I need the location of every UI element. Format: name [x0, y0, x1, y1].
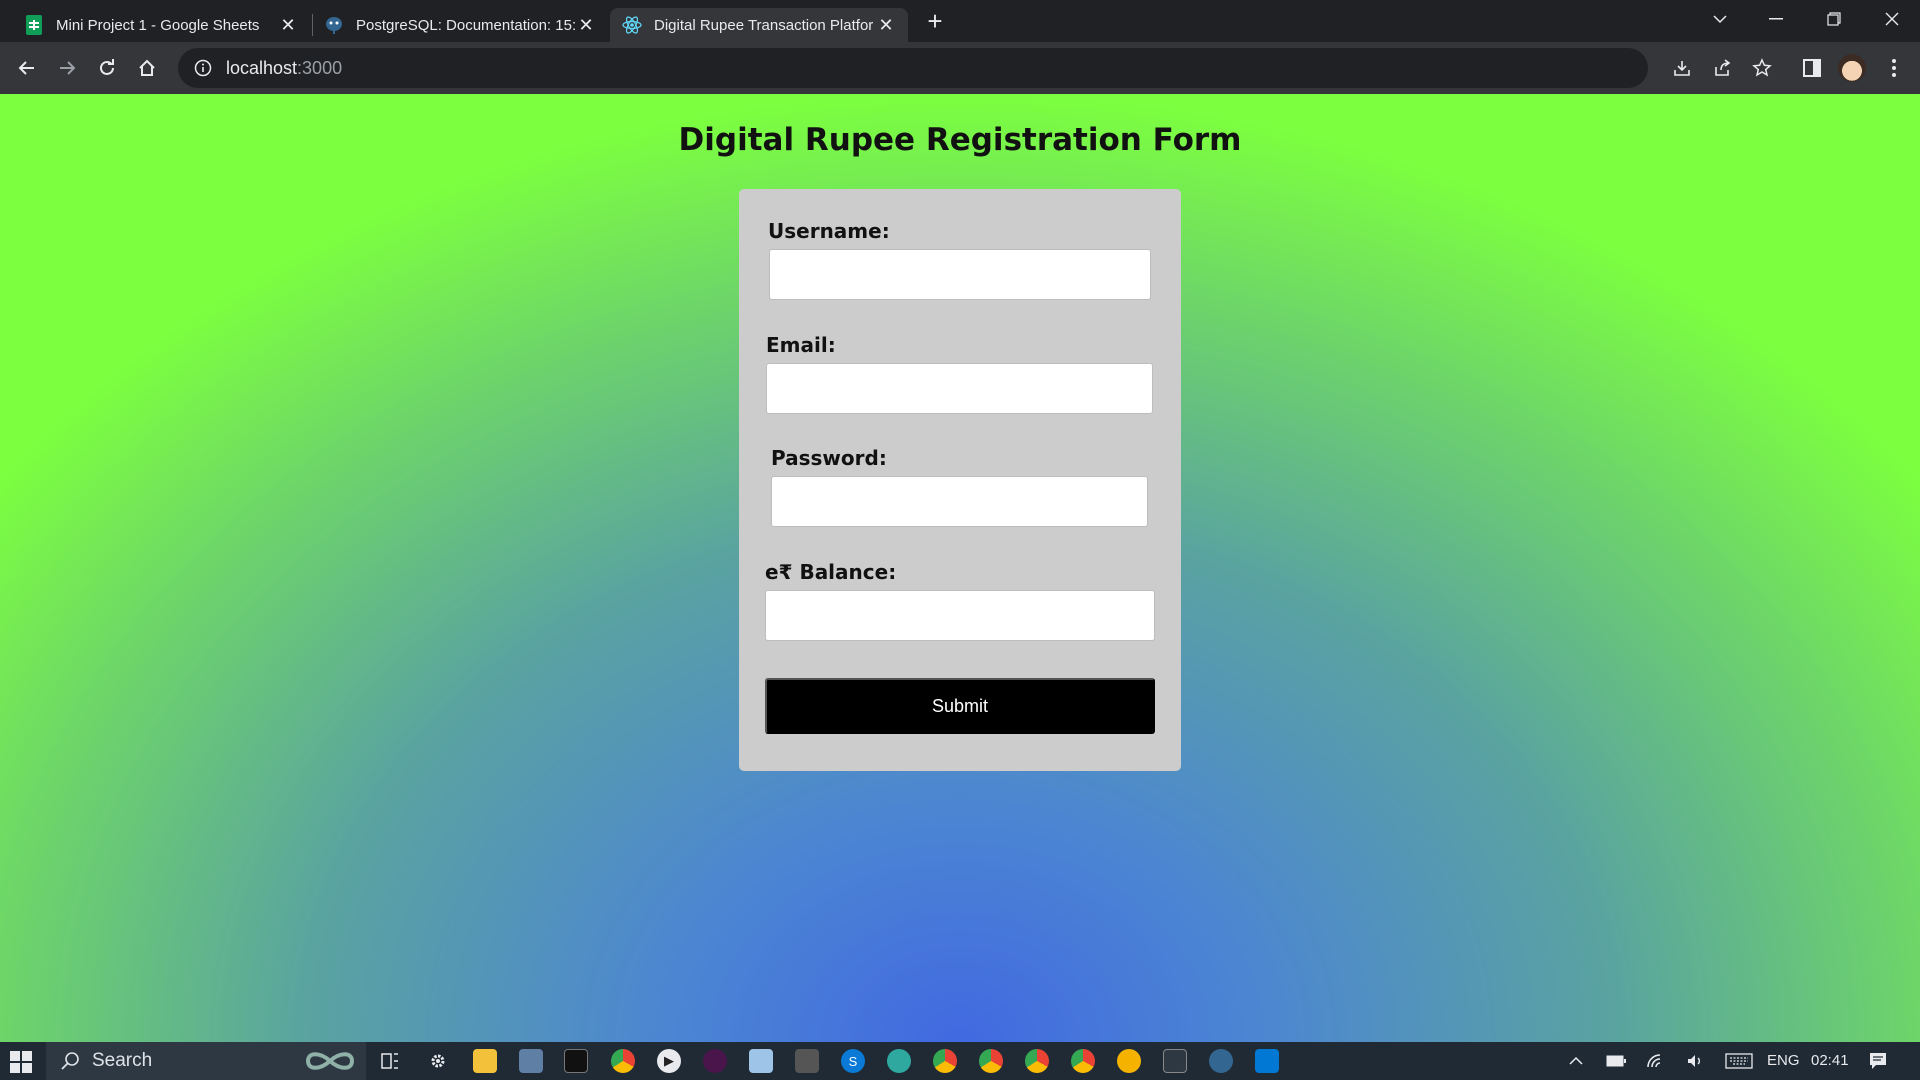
- keyboard-icon[interactable]: [1724, 1049, 1754, 1073]
- side-panel-button[interactable]: [1796, 52, 1828, 84]
- email-input[interactable]: [766, 363, 1153, 414]
- address-bar[interactable]: localhost:3000: [178, 48, 1648, 88]
- pgadmin-icon[interactable]: [1209, 1049, 1233, 1073]
- username-label: Username:: [768, 219, 890, 243]
- close-icon[interactable]: ✕: [576, 15, 596, 35]
- notifications-icon[interactable]: [1866, 1049, 1890, 1073]
- task-view-icon[interactable]: [378, 1049, 402, 1073]
- menu-button[interactable]: [1878, 52, 1910, 84]
- more-vert-icon: [1892, 59, 1896, 77]
- media-player-icon[interactable]: ▶: [657, 1049, 681, 1073]
- home-icon: [139, 59, 155, 76]
- tab-title: Mini Project 1 - Google Sheets: [56, 16, 260, 34]
- close-icon[interactable]: ✕: [876, 15, 896, 35]
- page-title: Digital Rupee Registration Form: [678, 122, 1242, 158]
- google-sheets-icon: [24, 15, 44, 35]
- weather-icon[interactable]: [1117, 1049, 1141, 1073]
- tab-google-sheets[interactable]: Mini Project 1 - Google Sheets ✕: [12, 8, 310, 42]
- share-button[interactable]: [1706, 52, 1738, 84]
- language-indicator[interactable]: ENG: [1767, 1052, 1800, 1069]
- edge-icon[interactable]: [887, 1049, 911, 1073]
- search-placeholder: Search: [92, 1050, 153, 1071]
- react-icon: [622, 15, 642, 35]
- forward-button[interactable]: [51, 52, 83, 84]
- chrome-profile-icon[interactable]: [1025, 1049, 1049, 1073]
- battery-icon[interactable]: [1604, 1049, 1628, 1073]
- search-icon: [61, 1052, 79, 1070]
- bookmark-button[interactable]: [1746, 52, 1778, 84]
- tray-chevron-up-icon[interactable]: [1564, 1049, 1588, 1073]
- tab-title: PostgreSQL: Documentation: 15:: [356, 16, 576, 34]
- calculator-icon[interactable]: [519, 1049, 543, 1073]
- windows-start-icon[interactable]: [10, 1051, 32, 1073]
- minimize-button[interactable]: [1748, 0, 1804, 38]
- wifi-icon[interactable]: [1644, 1049, 1668, 1073]
- arrow-left-icon: [18, 61, 34, 75]
- tab-digital-rupee[interactable]: Digital Rupee Transaction Platfor ✕: [610, 8, 908, 42]
- back-button[interactable]: [11, 52, 43, 84]
- terminal-icon[interactable]: [564, 1049, 588, 1073]
- browser-tab-strip: Mini Project 1 - Google Sheets ✕ Postgre…: [0, 0, 1920, 42]
- reload-icon: [100, 59, 114, 75]
- tab-search-chevron-icon[interactable]: [1692, 0, 1748, 38]
- copilot-icon[interactable]: [302, 1049, 358, 1073]
- submit-button[interactable]: Submit: [765, 678, 1155, 734]
- url-text: localhost:3000: [226, 57, 343, 78]
- registration-form: Username: Email: Password: e₹ Balance: S…: [739, 189, 1181, 771]
- chrome-profile-icon[interactable]: [1071, 1049, 1095, 1073]
- username-input[interactable]: [769, 249, 1151, 300]
- chrome-profile-icon[interactable]: [933, 1049, 957, 1073]
- profile-avatar[interactable]: [1838, 54, 1866, 82]
- vscode-icon[interactable]: [1255, 1049, 1279, 1073]
- close-icon[interactable]: ✕: [278, 15, 298, 35]
- slack-icon[interactable]: [703, 1049, 727, 1073]
- tab-postgresql-docs[interactable]: PostgreSQL: Documentation: 15: ✕: [312, 8, 608, 42]
- install-icon: [1674, 61, 1690, 76]
- password-label: Password:: [771, 446, 887, 470]
- password-input[interactable]: [771, 476, 1148, 527]
- volume-icon[interactable]: [1684, 1049, 1708, 1073]
- windows-taskbar: Search ▶ S ENG 02:41: [0, 1042, 1920, 1080]
- home-button[interactable]: [131, 52, 163, 84]
- page-viewport: Digital Rupee Registration Form Username…: [0, 94, 1920, 1042]
- star-icon: [1752, 58, 1772, 77]
- settings-gear-icon[interactable]: [426, 1049, 450, 1073]
- console-icon[interactable]: [1163, 1049, 1187, 1073]
- balance-label: e₹ Balance:: [765, 560, 897, 584]
- info-icon: [194, 59, 212, 77]
- skype-icon[interactable]: S: [841, 1049, 865, 1073]
- chrome-icon[interactable]: [611, 1049, 635, 1073]
- balance-input[interactable]: [765, 590, 1155, 641]
- install-app-button[interactable]: [1666, 52, 1698, 84]
- clock[interactable]: 02:41: [1811, 1052, 1849, 1069]
- window-app-icon[interactable]: [795, 1049, 819, 1073]
- side-panel-icon: [1803, 59, 1821, 77]
- notepad-icon[interactable]: [749, 1049, 773, 1073]
- chrome-profile-icon[interactable]: [979, 1049, 1003, 1073]
- new-tab-button[interactable]: +: [920, 6, 950, 36]
- close-window-button[interactable]: [1864, 0, 1920, 38]
- browser-toolbar: localhost:3000: [0, 42, 1920, 94]
- reload-button[interactable]: [91, 52, 123, 84]
- file-explorer-icon[interactable]: [473, 1049, 497, 1073]
- restore-button[interactable]: [1806, 0, 1862, 38]
- share-icon: [1715, 59, 1731, 76]
- tab-title: Digital Rupee Transaction Platfor: [654, 16, 874, 34]
- postgresql-icon: [324, 15, 344, 35]
- arrow-right-icon: [60, 61, 76, 75]
- email-label: Email:: [766, 333, 836, 357]
